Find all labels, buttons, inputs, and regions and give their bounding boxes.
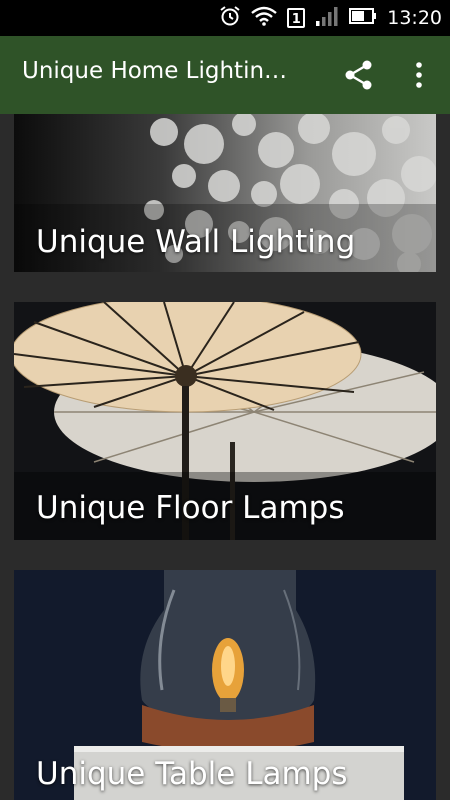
app-title: Unique Home Lightin… [22,58,288,84]
category-card-wall-lighting[interactable]: Unique Wall Lighting [14,114,436,272]
status-bar: 1 13:20 [0,0,450,36]
clock: 13:20 [387,7,442,29]
category-label: Unique Wall Lighting [36,224,356,260]
status-icons: 1 13:20 [219,0,442,36]
category-card-floor-lamps[interactable]: Unique Floor Lamps [14,302,436,540]
share-icon [345,60,372,90]
alarm-icon [219,5,241,31]
app-bar: Unique Home Lightin… [0,36,450,114]
more-vert-icon [416,62,422,88]
category-card-table-lamps[interactable]: Unique Table Lamps [14,570,436,800]
category-list[interactable]: Unique Wall Lighting Unique Floor Lamps … [0,114,450,800]
battery-icon [349,7,377,29]
category-label: Unique Table Lamps [36,756,348,792]
wifi-icon [251,6,278,30]
share-button[interactable] [342,58,376,92]
sim-icon: 1 [287,8,306,28]
category-label: Unique Floor Lamps [36,490,345,526]
more-options-button[interactable] [404,58,434,92]
signal-icon [315,5,339,31]
